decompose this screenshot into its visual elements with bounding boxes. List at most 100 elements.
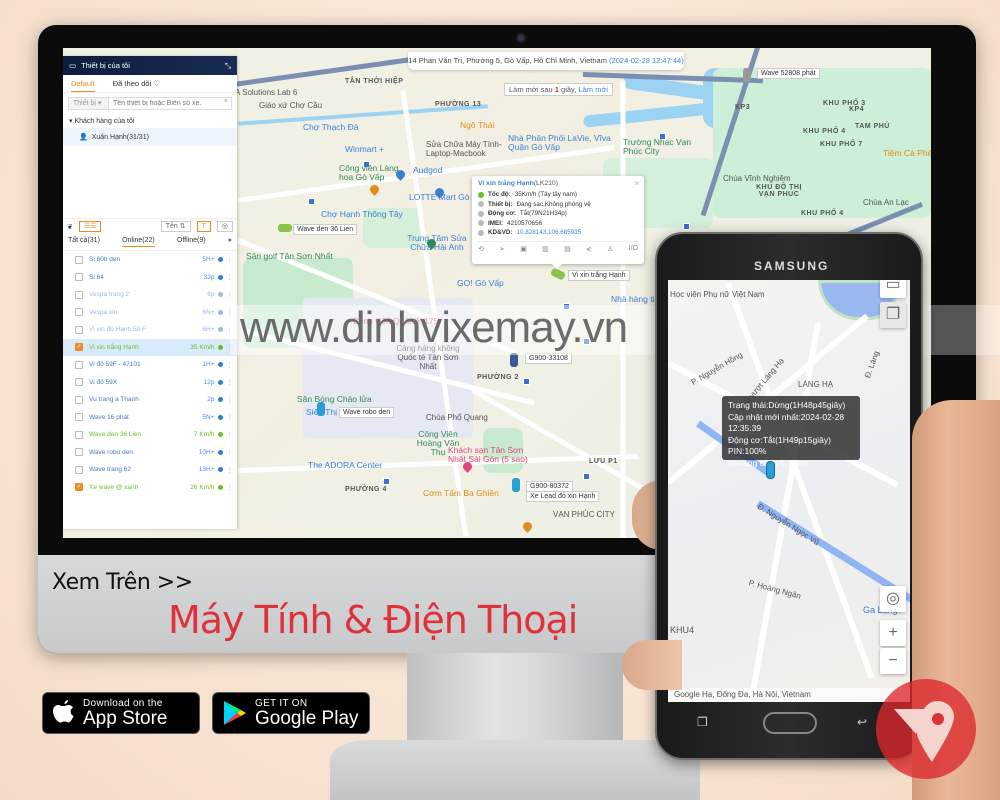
- vehicle-list-item[interactable]: Si 60b den 5H+ ⋮: [63, 251, 237, 269]
- speed-value: 35Km/h (Tây tây nam): [514, 191, 578, 199]
- vehicle-list-item[interactable]: ✓ Xe wave @ xanh 26 Km/h ⋮: [63, 479, 237, 497]
- vehicle-list-item[interactable]: Wave robo den 10H+ ⋮: [63, 444, 237, 462]
- vehicle-checkbox[interactable]: [75, 273, 83, 282]
- phone-map-type-button[interactable]: ❐: [880, 302, 906, 328]
- vehicle-marker-icon[interactable]: [317, 402, 325, 416]
- t-button[interactable]: T: [196, 221, 211, 232]
- filter-online[interactable]: Online(22): [122, 237, 155, 247]
- vehicle-tag[interactable]: Wave robo den: [339, 407, 395, 418]
- group-toggle[interactable]: ▾ Khách hàng của tôi: [63, 114, 237, 128]
- vehicle-status: 26 Km/h: [190, 483, 215, 491]
- search-input[interactable]: [109, 98, 221, 109]
- more-options-icon[interactable]: ⋮: [227, 361, 234, 369]
- vehicle-list-item[interactable]: Vi đỏ 59X 12p ⋮: [63, 374, 237, 392]
- vehicle-list-item[interactable]: Wave trang 62 13H+ ⋮: [63, 461, 237, 479]
- vehicle-marker-icon[interactable]: [510, 353, 518, 367]
- vehicle-tag[interactable]: Xe Lead đỏ xin Hạnh: [526, 491, 600, 502]
- more-options-icon[interactable]: ⋮: [227, 483, 234, 491]
- footprint-icon[interactable]: ❦: [67, 223, 73, 231]
- list-view-button[interactable]: ☰☰: [78, 221, 102, 232]
- poi-marker-icon[interactable]: [521, 520, 534, 533]
- vehicle-checkbox[interactable]: [75, 255, 83, 264]
- collapse-icon[interactable]: ⤡: [225, 61, 231, 71]
- app-store-button[interactable]: Download on the App Store: [42, 692, 200, 734]
- home-button[interactable]: [763, 712, 817, 734]
- report-icon[interactable]: ▤: [564, 245, 571, 253]
- phone-map-layer-button[interactable]: ▭: [880, 280, 906, 298]
- heart-icon: ♡: [153, 79, 160, 88]
- vehicle-checkbox[interactable]: [75, 413, 83, 422]
- vehicle-list-item[interactable]: Vi xin đỏ Hạnh 59 F 6H+ ⋮: [63, 321, 237, 339]
- vehicle-checkbox[interactable]: [75, 360, 83, 369]
- command-icon[interactable]: ▣: [520, 245, 527, 253]
- refresh-suffix: giây,: [561, 85, 577, 94]
- vehicle-list-item[interactable]: Vespa trang 2 6p ⋮: [63, 286, 237, 304]
- info-icon[interactable]: ●: [228, 237, 232, 247]
- vehicle-tag[interactable]: Wave den 36 Lien: [293, 224, 358, 235]
- vehicle-checkbox[interactable]: ✓: [75, 483, 83, 492]
- vehicle-checkbox[interactable]: ✓: [75, 343, 83, 352]
- vehicle-checkbox[interactable]: [75, 290, 83, 299]
- vehicle-marker-icon[interactable]: [278, 224, 292, 232]
- vehicle-tag[interactable]: Wave 52808 phát: [757, 68, 820, 79]
- more-options-icon[interactable]: ⋮: [227, 396, 234, 404]
- sort-button[interactable]: Tên ⇅: [160, 221, 191, 232]
- vehicle-checkbox[interactable]: [75, 430, 83, 439]
- phone-vehicle-marker-icon[interactable]: [766, 461, 775, 479]
- tab-followed[interactable]: Đã theo dõi ♡: [113, 79, 160, 92]
- vehicle-checkbox[interactable]: [75, 308, 83, 317]
- vehicle-checkbox[interactable]: [75, 448, 83, 457]
- vehicle-list-item[interactable]: Vespa xin 6N+ ⋮: [63, 304, 237, 322]
- recent-apps-icon[interactable]: ❐: [697, 715, 708, 729]
- playback-icon[interactable]: ⟲: [478, 245, 484, 253]
- vehicle-marker-icon[interactable]: [512, 478, 520, 492]
- share-icon[interactable]: ⋞: [586, 245, 592, 253]
- io-button[interactable]: I/O: [629, 245, 638, 253]
- vehicle-checkbox[interactable]: [75, 378, 83, 387]
- my-location-button[interactable]: ◎: [880, 586, 906, 612]
- navigate-icon[interactable]: ➢: [499, 245, 505, 253]
- vehicle-tag[interactable]: Vi xin trắng Hạnh: [568, 270, 630, 281]
- vehicle-checkbox[interactable]: [75, 325, 83, 334]
- barcode-icon[interactable]: ▥: [542, 245, 549, 253]
- vehicle-checkbox[interactable]: [75, 395, 83, 404]
- more-options-icon[interactable]: ⋮: [227, 291, 234, 299]
- more-options-icon[interactable]: ⋮: [227, 448, 234, 456]
- more-options-icon[interactable]: ⋮: [227, 378, 234, 386]
- filter-all[interactable]: Tất cả(31): [68, 237, 100, 247]
- vehicle-list-item[interactable]: Vi đỏ 59F - 47101 1H+ ⋮: [63, 356, 237, 374]
- customer-item[interactable]: 👤 Xuân Hạnh(31/31): [63, 128, 237, 146]
- vehicle-list-item[interactable]: Wave 16 phát 5N+ ⋮: [63, 409, 237, 427]
- vehicle-name: Vespa xin: [89, 308, 118, 316]
- vehicle-list-item[interactable]: ✓ Vi xin trắng Hạnh 35 Km/h ⋮: [63, 338, 237, 356]
- zoom-in-button[interactable]: +: [880, 620, 906, 646]
- vehicle-list-item[interactable]: Wave den 36 Lien 7 Km/h ⋮: [63, 426, 237, 444]
- more-options-icon[interactable]: ⋮: [227, 466, 234, 474]
- phone-map[interactable]: Học viện Phụ nữ Việt Nam LÁNG HẠ P. Nguy…: [668, 280, 910, 702]
- more-options-icon[interactable]: ⋮: [227, 273, 234, 281]
- vehicle-list-item[interactable]: Si 64 33p ⋮: [63, 269, 237, 287]
- street-view-icon[interactable]: ♙: [607, 245, 613, 253]
- more-options-icon[interactable]: ⋮: [227, 413, 234, 421]
- google-play-button[interactable]: GET IT ON Google Play: [212, 692, 370, 734]
- zoom-out-button[interactable]: −: [880, 648, 906, 674]
- more-options-icon[interactable]: ⋮: [227, 256, 234, 264]
- search-type-select[interactable]: Thiết bị ▾: [69, 98, 109, 109]
- refresh-now-link[interactable]: Làm mới: [578, 85, 608, 94]
- map-label: Tiệm Cà Phê: [883, 148, 931, 158]
- vehicle-checkbox[interactable]: [75, 465, 83, 474]
- refresh-countdown: 1: [554, 85, 559, 94]
- filter-offline[interactable]: Offline(9): [177, 237, 206, 247]
- coord-link[interactable]: 10.828143,106.685935: [517, 229, 582, 236]
- poi-marker-icon[interactable]: [368, 183, 381, 196]
- vehicle-marker-icon[interactable]: [743, 68, 751, 82]
- vehicle-list-item[interactable]: Vu trang a Thanh 2p ⋮: [63, 391, 237, 409]
- back-icon[interactable]: ↩: [857, 715, 867, 729]
- close-icon[interactable]: ×: [634, 179, 639, 188]
- vehicle-marker-icon[interactable]: [549, 267, 567, 281]
- address-timestamp: (2024-02-28 12:47:44): [609, 56, 684, 65]
- more-options-icon[interactable]: ⋮: [227, 431, 234, 439]
- clear-icon[interactable]: ×: [221, 98, 231, 109]
- tab-default[interactable]: Default: [71, 79, 95, 92]
- locate-icon[interactable]: ◎: [216, 221, 233, 232]
